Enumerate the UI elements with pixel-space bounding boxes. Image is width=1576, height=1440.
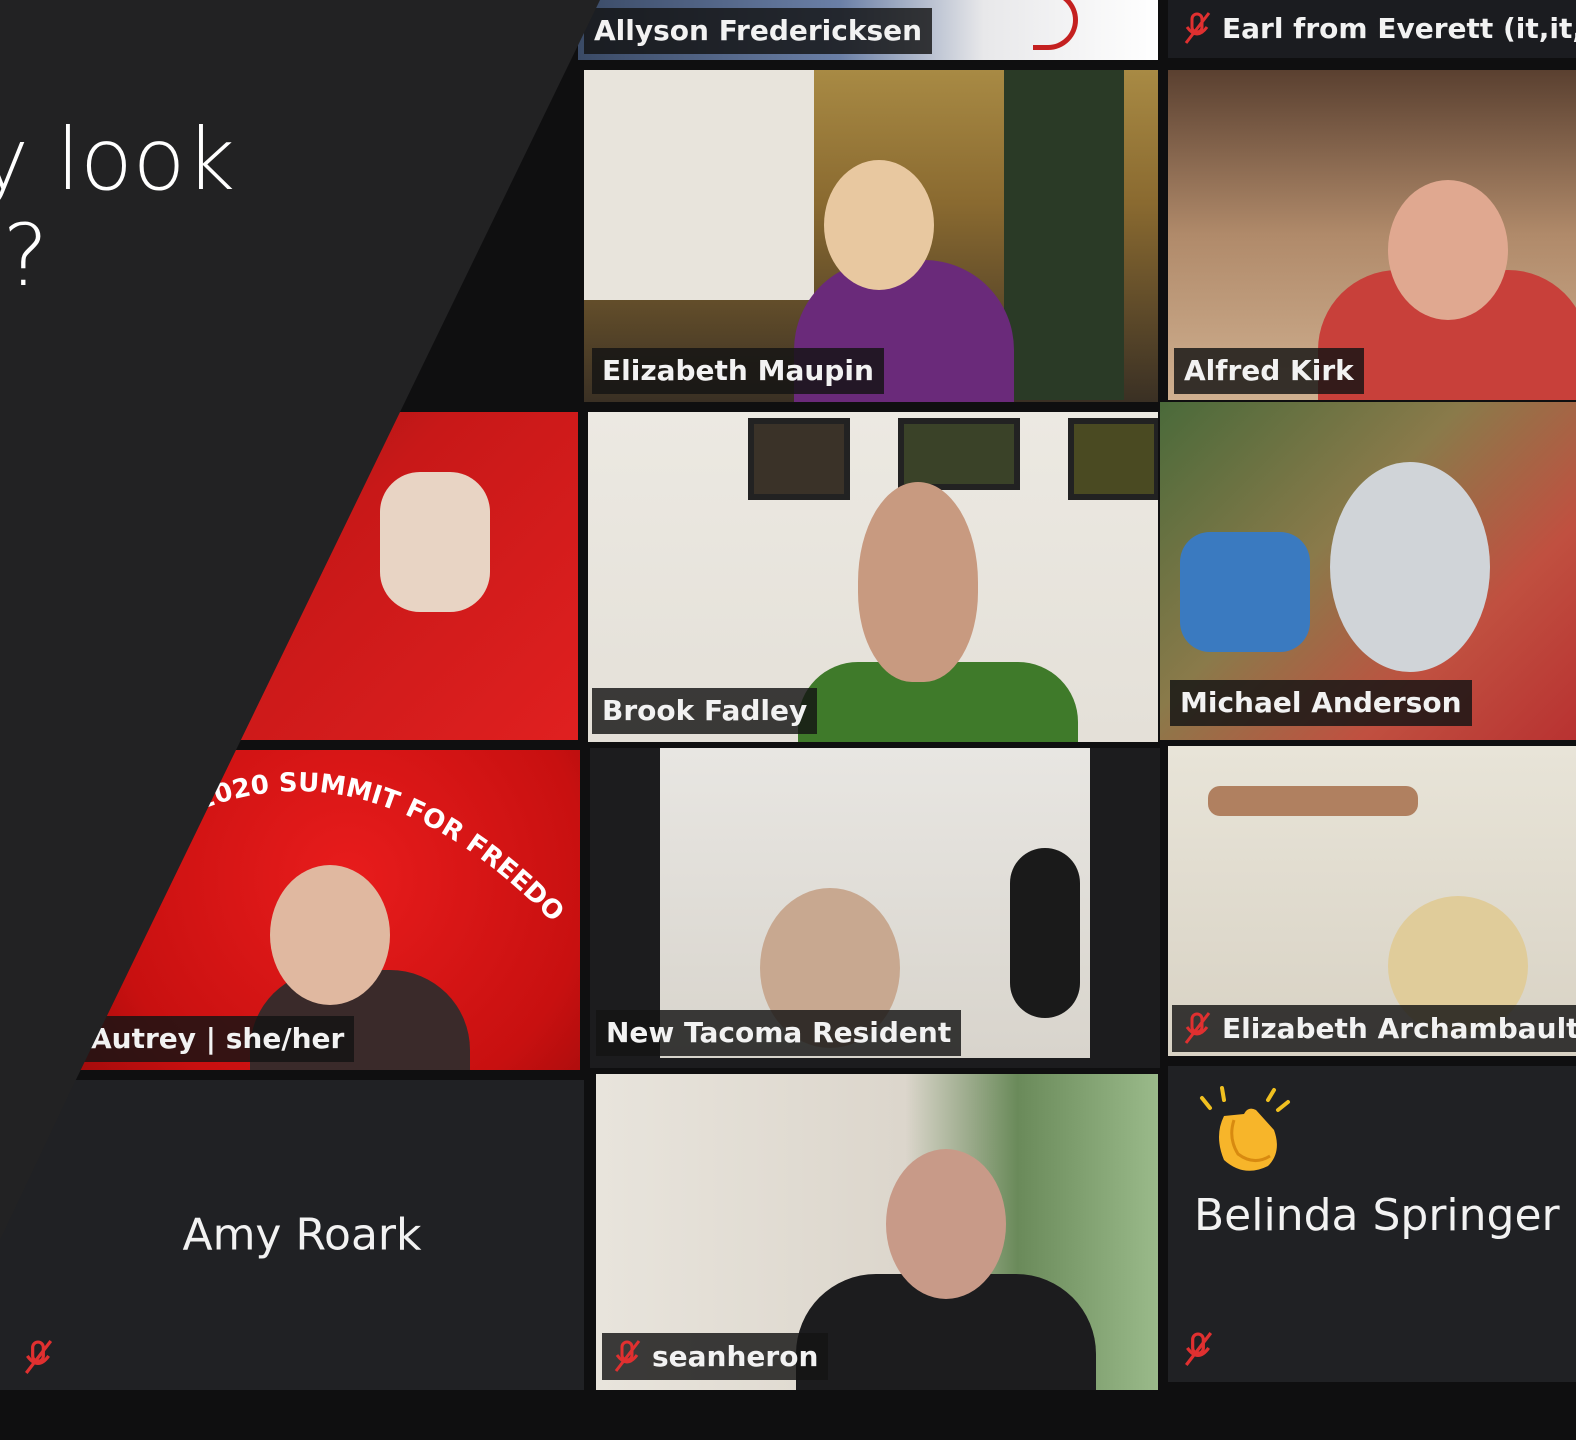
participant-name: Autrey | she/her xyxy=(90,1022,345,1055)
raised-hand xyxy=(380,472,490,612)
participant-tile[interactable]: 2020 SUMMIT FOR FREEDOM Autrey | she/her xyxy=(0,750,580,1070)
autumn-garland xyxy=(1208,786,1418,816)
mic-muted-icon xyxy=(612,1339,642,1373)
participant-name: Earl from Everett (it,it,it xyxy=(1222,11,1576,45)
wall-frame xyxy=(898,418,1020,490)
participant-tile[interactable]: Amy Roark xyxy=(0,1080,584,1390)
participant-name: Alfred Kirk xyxy=(1184,354,1354,387)
raised-fist xyxy=(1180,532,1310,652)
clapping-hands-icon xyxy=(1200,1086,1290,1171)
person-face xyxy=(270,865,390,1005)
participant-name-tag: Earl from Everett (it,it,it xyxy=(1172,5,1576,52)
participant-name-tag: Autrey | she/her xyxy=(80,1016,355,1062)
participant-tile[interactable]: Allyson Fredericksen xyxy=(578,0,1158,60)
participant-name-tag: Elizabeth Archambault xyxy=(1172,1005,1576,1052)
person-face xyxy=(824,160,934,290)
participant-name: Amy Roark xyxy=(182,1209,422,1261)
dark-object xyxy=(1010,848,1080,1018)
wall-frame xyxy=(748,418,850,500)
participant-tile[interactable]: Elizabeth Archambault xyxy=(1168,746,1576,1056)
participant-name: Allyson Fredericksen xyxy=(594,14,923,47)
participant-name-tag: Elizabeth Maupin xyxy=(592,348,884,394)
curtain xyxy=(1004,70,1124,400)
participant-name: Elizabeth Archambault xyxy=(1222,1011,1576,1045)
participant-tile[interactable]: Belinda Springer ( xyxy=(1168,1066,1576,1382)
participant-name-tag: Michael Anderson xyxy=(1170,680,1472,726)
participant-name-tag: New Tacoma Resident xyxy=(596,1010,962,1056)
participant-name-tag: Brook Fadley xyxy=(592,688,818,734)
participant-name-tag: Alfred Kirk xyxy=(1174,348,1364,394)
mic-muted-icon xyxy=(22,1338,54,1376)
participant-name: Belinda Springer ( xyxy=(1194,1190,1576,1241)
participant-tile[interactable] xyxy=(0,412,578,740)
slide-title: y look d? xyxy=(0,112,235,304)
participant-name-tag: Allyson Fredericksen xyxy=(584,8,933,54)
participant-name-tag: seanheron xyxy=(602,1333,829,1380)
slide-title-line-2: d? xyxy=(0,206,49,306)
participant-tile[interactable]: Alfred Kirk xyxy=(1168,70,1576,400)
participant-tile[interactable]: Brook Fadley xyxy=(588,412,1158,742)
wall-area xyxy=(584,70,814,300)
mic-muted-icon xyxy=(1182,1330,1214,1368)
video-call-screen: Allyson Fredericksen Earl from Everett (… xyxy=(0,0,1576,1440)
participant-tile[interactable]: Elizabeth Maupin xyxy=(584,70,1158,402)
mic-muted-icon xyxy=(1182,11,1212,45)
participant-name: New Tacoma Resident xyxy=(606,1016,952,1049)
person-face xyxy=(1330,462,1490,672)
wall-frame xyxy=(1068,418,1158,500)
participant-name: Michael Anderson xyxy=(1180,686,1462,719)
person-face xyxy=(886,1149,1006,1299)
person-face xyxy=(858,482,978,682)
participant-name: Elizabeth Maupin xyxy=(602,354,874,387)
participant-name: Brook Fadley xyxy=(602,694,808,727)
participant-name: seanheron xyxy=(652,1339,819,1373)
participant-tile[interactable]: Earl from Everett (it,it,it xyxy=(1168,0,1576,58)
participant-tile[interactable]: New Tacoma Resident xyxy=(590,748,1160,1068)
participant-tile[interactable]: seanheron xyxy=(596,1074,1158,1390)
participant-tile-active-speaker[interactable]: Michael Anderson xyxy=(1160,402,1576,740)
mic-muted-icon xyxy=(1182,1011,1212,1045)
slide-title-line-1: y look xyxy=(0,110,236,210)
person-face xyxy=(1388,180,1508,320)
